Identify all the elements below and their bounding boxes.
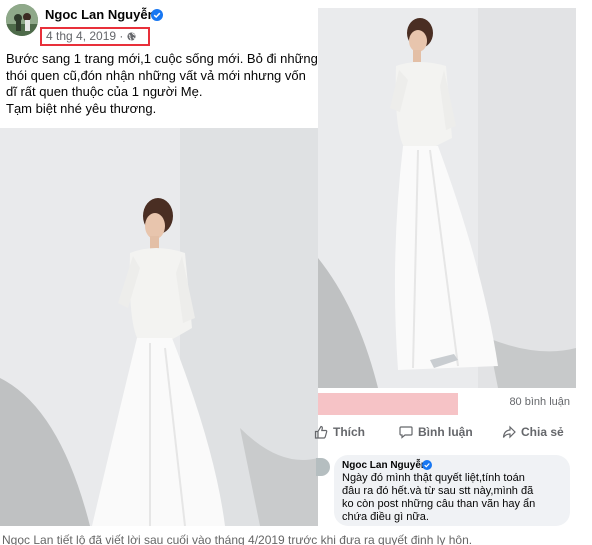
like-button[interactable]: Thích <box>314 425 365 439</box>
post-text-line: Tạm biệt nhé yêu thương. <box>6 100 157 116</box>
author-avatar[interactable] <box>6 4 38 36</box>
post-timestamp[interactable]: 4 thg 4, 2019 · <box>40 27 150 46</box>
globe-icon <box>127 32 136 41</box>
like-label: Thích <box>333 425 365 439</box>
post-author-name[interactable]: Ngoc Lan Nguyễn <box>45 7 156 22</box>
share-label: Chia sẻ <box>521 425 564 439</box>
comment-button[interactable]: Bình luận <box>399 425 473 439</box>
comment-label: Bình luận <box>418 425 473 439</box>
image-caption: Ngọc Lan tiết lộ đã viết lời sau cuối và… <box>2 534 473 545</box>
post-photo-right[interactable] <box>318 8 576 388</box>
post-date-text: 4 thg 4, 2019 · <box>46 29 127 43</box>
post-photo-left[interactable] <box>0 128 318 526</box>
post-text: Bước sang 1 trang mới,1 cuộc sống mới. B… <box>6 51 318 117</box>
comment-text-line: Ngày đó mình thật quyết liệt,tính toán <box>342 472 525 484</box>
post-text-line: Bước sang 1 trang mới,1 cuộc sống mới. B… <box>6 51 318 66</box>
like-icon <box>314 425 328 439</box>
comment-text-line: đâu ra đó hết.và từ sau stt này,mình đã <box>342 485 534 497</box>
comment-text-line: ko còn post những câu than vãn hay ẩn <box>342 498 536 510</box>
verified-icon <box>151 9 163 21</box>
comment-count[interactable]: 80 bình luận <box>480 396 570 408</box>
share-button[interactable]: Chia sẻ <box>502 425 564 439</box>
verified-icon <box>422 460 432 470</box>
comment-icon <box>399 426 413 439</box>
comment-text: Ngày đó mình thật quyết liệt,tính toán đ… <box>342 472 568 524</box>
comment-author-name[interactable]: Ngoc Lan Nguyễn <box>342 460 427 471</box>
comment-avatar[interactable] <box>316 458 330 476</box>
post-text-line: thói quen cũ,đón nhận những vất vả mới n… <box>6 67 306 83</box>
post-text-line: dĩ rất quen thuộc của 1 người Mẹ. <box>6 84 203 99</box>
share-icon <box>502 425 516 439</box>
redaction-bar <box>318 393 458 415</box>
comment-text-line: chứa điều gì nữa. <box>342 511 429 523</box>
